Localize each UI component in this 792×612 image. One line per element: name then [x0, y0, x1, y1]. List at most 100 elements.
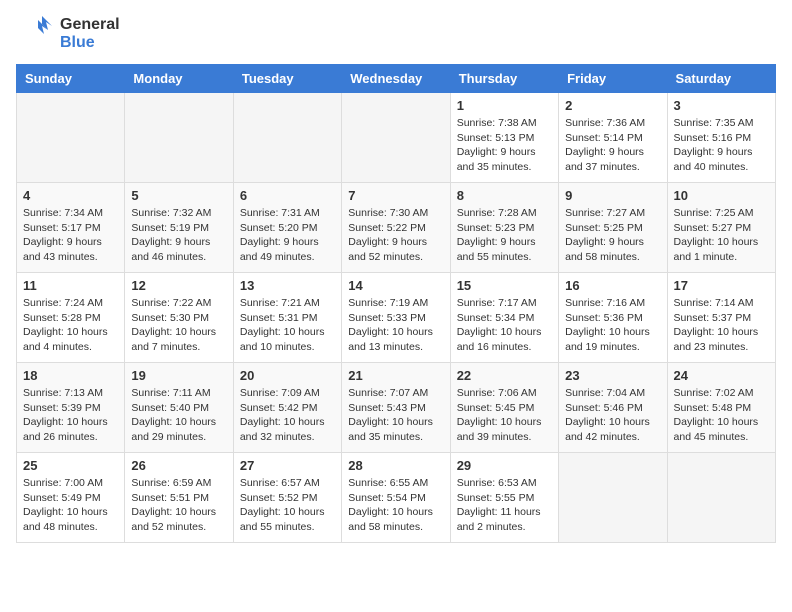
day-info: Sunrise: 7:36 AMSunset: 5:14 PMDaylight:…	[565, 116, 660, 175]
day-info: Sunrise: 7:28 AMSunset: 5:23 PMDaylight:…	[457, 206, 552, 265]
day-number: 14	[348, 278, 443, 293]
day-info: Sunrise: 7:30 AMSunset: 5:22 PMDaylight:…	[348, 206, 443, 265]
day-number: 26	[131, 458, 226, 473]
day-info: Sunrise: 7:25 AMSunset: 5:27 PMDaylight:…	[674, 206, 769, 265]
calendar-cell: 24 Sunrise: 7:02 AMSunset: 5:48 PMDayligh…	[667, 363, 775, 453]
day-number: 24	[674, 368, 769, 383]
calendar-cell: 11 Sunrise: 7:24 AMSunset: 5:28 PMDayligh…	[17, 273, 125, 363]
calendar-header-row: SundayMondayTuesdayWednesdayThursdayFrid…	[17, 65, 776, 93]
calendar-cell: 28 Sunrise: 6:55 AMSunset: 5:54 PMDayligh…	[342, 453, 450, 543]
calendar-week-row: 1Sunrise: 7:38 AMSunset: 5:13 PMDaylight…	[17, 93, 776, 183]
day-number: 3	[674, 98, 769, 113]
day-number: 19	[131, 368, 226, 383]
weekday-header-sunday: Sunday	[17, 65, 125, 93]
day-info: Sunrise: 7:32 AMSunset: 5:19 PMDaylight:…	[131, 206, 226, 265]
calendar-cell	[559, 453, 667, 543]
calendar-cell: 9 Sunrise: 7:27 AMSunset: 5:25 PMDaylight…	[559, 183, 667, 273]
weekday-header-saturday: Saturday	[667, 65, 775, 93]
day-number: 4	[23, 188, 118, 203]
day-info: Sunrise: 6:57 AMSunset: 5:52 PMDaylight:…	[240, 476, 335, 535]
calendar-cell: 27 Sunrise: 6:57 AMSunset: 5:52 PMDayligh…	[233, 453, 341, 543]
day-number: 18	[23, 368, 118, 383]
calendar-cell: 16Sunrise: 7:16 AMSunset: 5:36 PMDayligh…	[559, 273, 667, 363]
day-number: 13	[240, 278, 335, 293]
calendar-cell: 21 Sunrise: 7:07 AMSunset: 5:43 PMDayligh…	[342, 363, 450, 453]
day-info: Sunrise: 6:55 AMSunset: 5:54 PMDaylight:…	[348, 476, 443, 535]
day-info: Sunrise: 7:07 AMSunset: 5:43 PMDaylight:…	[348, 386, 443, 445]
calendar-week-row: 11 Sunrise: 7:24 AMSunset: 5:28 PMDayligh…	[17, 273, 776, 363]
calendar-cell	[17, 93, 125, 183]
calendar-cell	[125, 93, 233, 183]
weekday-header-friday: Friday	[559, 65, 667, 93]
day-info: Sunrise: 6:53 AMSunset: 5:55 PMDaylight:…	[457, 476, 552, 535]
day-info: Sunrise: 7:19 AMSunset: 5:33 PMDaylight:…	[348, 296, 443, 355]
day-info: Sunrise: 7:04 AMSunset: 5:46 PMDaylight:…	[565, 386, 660, 445]
day-number: 23	[565, 368, 660, 383]
day-number: 9	[565, 188, 660, 203]
day-number: 6	[240, 188, 335, 203]
calendar-cell: 7 Sunrise: 7:30 AMSunset: 5:22 PMDaylight…	[342, 183, 450, 273]
day-number: 21	[348, 368, 443, 383]
day-number: 22	[457, 368, 552, 383]
day-number: 10	[674, 188, 769, 203]
calendar-cell: 14 Sunrise: 7:19 AMSunset: 5:33 PMDayligh…	[342, 273, 450, 363]
day-info: Sunrise: 7:11 AMSunset: 5:40 PMDaylight:…	[131, 386, 226, 445]
calendar-cell: 22 Sunrise: 7:06 AMSunset: 5:45 PMDayligh…	[450, 363, 558, 453]
day-info: Sunrise: 6:59 AMSunset: 5:51 PMDaylight:…	[131, 476, 226, 535]
calendar-cell: 2 Sunrise: 7:36 AMSunset: 5:14 PMDaylight…	[559, 93, 667, 183]
day-number: 16	[565, 278, 660, 293]
day-number: 5	[131, 188, 226, 203]
calendar-cell: 3 Sunrise: 7:35 AMSunset: 5:16 PMDaylight…	[667, 93, 775, 183]
calendar-cell: 10 Sunrise: 7:25 AMSunset: 5:27 PMDayligh…	[667, 183, 775, 273]
calendar-cell: 6 Sunrise: 7:31 AMSunset: 5:20 PMDaylight…	[233, 183, 341, 273]
day-number: 15	[457, 278, 552, 293]
day-info: Sunrise: 7:14 AMSunset: 5:37 PMDaylight:…	[674, 296, 769, 355]
calendar-week-row: 4 Sunrise: 7:34 AMSunset: 5:17 PMDaylight…	[17, 183, 776, 273]
day-number: 28	[348, 458, 443, 473]
calendar-week-row: 18 Sunrise: 7:13 AMSunset: 5:39 PMDayligh…	[17, 363, 776, 453]
day-info: Sunrise: 7:22 AMSunset: 5:30 PMDaylight:…	[131, 296, 226, 355]
weekday-header-wednesday: Wednesday	[342, 65, 450, 93]
day-info: Sunrise: 7:35 AMSunset: 5:16 PMDaylight:…	[674, 116, 769, 175]
header: GeneralBlue	[16, 16, 776, 52]
day-number: 25	[23, 458, 118, 473]
day-info: Sunrise: 7:27 AMSunset: 5:25 PMDaylight:…	[565, 206, 660, 265]
calendar-cell: 12 Sunrise: 7:22 AMSunset: 5:30 PMDayligh…	[125, 273, 233, 363]
calendar-cell: 25 Sunrise: 7:00 AMSunset: 5:49 PMDayligh…	[17, 453, 125, 543]
calendar-cell: 29 Sunrise: 6:53 AMSunset: 5:55 PMDayligh…	[450, 453, 558, 543]
day-number: 11	[23, 278, 118, 293]
calendar-table: SundayMondayTuesdayWednesdayThursdayFrid…	[16, 64, 776, 543]
day-info: Sunrise: 7:06 AMSunset: 5:45 PMDaylight:…	[457, 386, 552, 445]
weekday-header-tuesday: Tuesday	[233, 65, 341, 93]
day-info: Sunrise: 7:13 AMSunset: 5:39 PMDaylight:…	[23, 386, 118, 445]
logo-blue: Blue	[60, 34, 120, 52]
calendar-cell: 5 Sunrise: 7:32 AMSunset: 5:19 PMDaylight…	[125, 183, 233, 273]
day-info: Sunrise: 7:00 AMSunset: 5:49 PMDaylight:…	[23, 476, 118, 535]
day-number: 8	[457, 188, 552, 203]
day-number: 2	[565, 98, 660, 113]
day-info: Sunrise: 7:24 AMSunset: 5:28 PMDaylight:…	[23, 296, 118, 355]
calendar-cell	[342, 93, 450, 183]
calendar-cell: 1Sunrise: 7:38 AMSunset: 5:13 PMDaylight…	[450, 93, 558, 183]
day-info: Sunrise: 7:09 AMSunset: 5:42 PMDaylight:…	[240, 386, 335, 445]
calendar-cell: 8 Sunrise: 7:28 AMSunset: 5:23 PMDaylight…	[450, 183, 558, 273]
day-number: 20	[240, 368, 335, 383]
day-number: 29	[457, 458, 552, 473]
calendar-cell: 23 Sunrise: 7:04 AMSunset: 5:46 PMDayligh…	[559, 363, 667, 453]
day-info: Sunrise: 7:17 AMSunset: 5:34 PMDaylight:…	[457, 296, 552, 355]
calendar-cell: 18 Sunrise: 7:13 AMSunset: 5:39 PMDayligh…	[17, 363, 125, 453]
day-info: Sunrise: 7:02 AMSunset: 5:48 PMDaylight:…	[674, 386, 769, 445]
calendar-cell: 13Sunrise: 7:21 AMSunset: 5:31 PMDayligh…	[233, 273, 341, 363]
calendar-cell: 19 Sunrise: 7:11 AMSunset: 5:40 PMDayligh…	[125, 363, 233, 453]
weekday-header-monday: Monday	[125, 65, 233, 93]
day-number: 17	[674, 278, 769, 293]
calendar-cell: 26 Sunrise: 6:59 AMSunset: 5:51 PMDayligh…	[125, 453, 233, 543]
day-number: 12	[131, 278, 226, 293]
calendar-cell: 4 Sunrise: 7:34 AMSunset: 5:17 PMDaylight…	[17, 183, 125, 273]
day-number: 1	[457, 98, 552, 113]
calendar-week-row: 25 Sunrise: 7:00 AMSunset: 5:49 PMDayligh…	[17, 453, 776, 543]
day-info: Sunrise: 7:34 AMSunset: 5:17 PMDaylight:…	[23, 206, 118, 265]
day-info: Sunrise: 7:31 AMSunset: 5:20 PMDaylight:…	[240, 206, 335, 265]
day-number: 27	[240, 458, 335, 473]
day-number: 7	[348, 188, 443, 203]
